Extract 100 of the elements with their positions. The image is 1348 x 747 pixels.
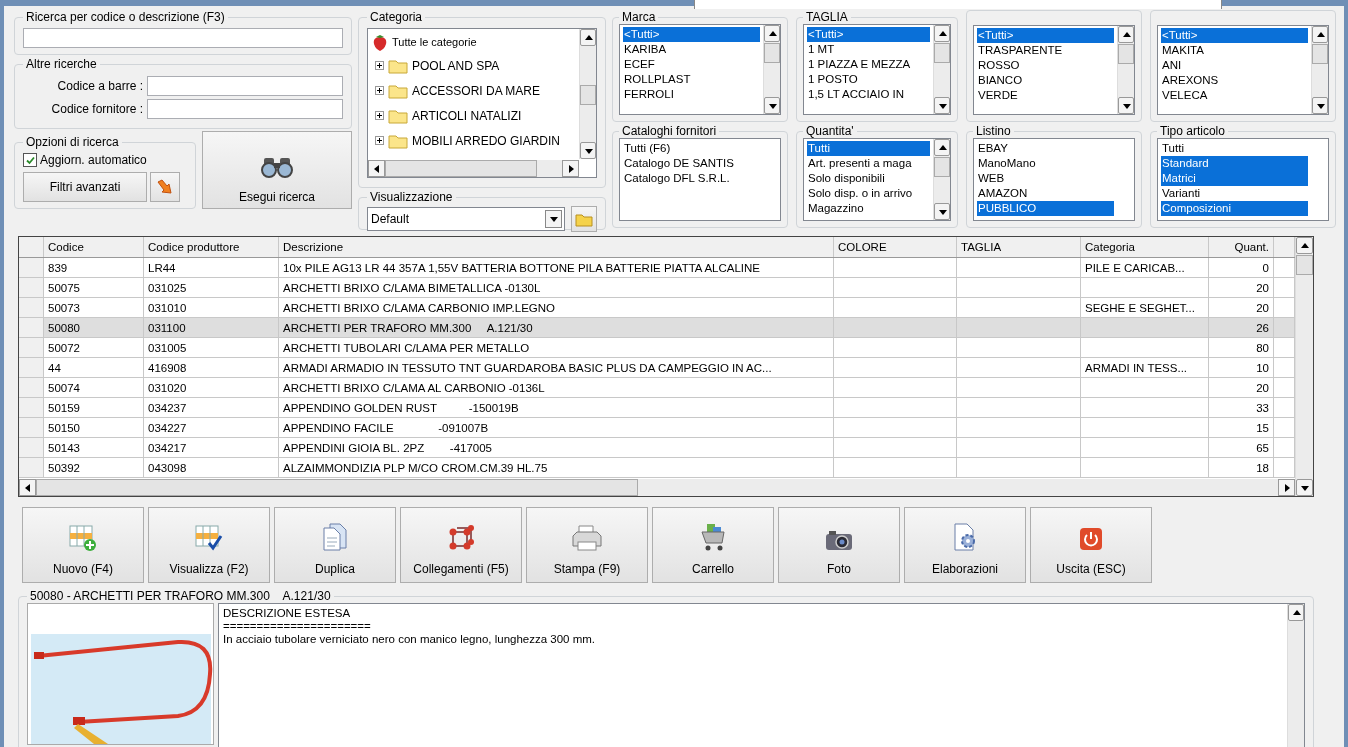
row-header[interactable] bbox=[19, 338, 44, 358]
table-row[interactable]: 50075 031025 ARCHETTI BRIXO C/LAMA BIMETALLICA -0130L 20 bbox=[19, 278, 1295, 298]
checkbox[interactable] bbox=[23, 153, 37, 167]
input-field[interactable] bbox=[147, 76, 343, 96]
list-item[interactable]: Solo disp. o in arrivo bbox=[807, 186, 930, 201]
column-header[interactable]: Descrizione bbox=[279, 237, 834, 257]
list-item[interactable]: MAKITA bbox=[1161, 43, 1308, 58]
search-field[interactable] bbox=[23, 28, 343, 48]
list-item[interactable]: 1 PIAZZA E MEZZA bbox=[807, 57, 930, 72]
list-item[interactable]: AMAZON bbox=[977, 186, 1114, 201]
list-item[interactable]: Tutti (F6) bbox=[623, 141, 760, 156]
table-row[interactable]: 50143 034217 APPENDINI GIOIA BL. 2PZ -417005 65 bbox=[19, 438, 1295, 458]
tree-item[interactable]: POOL AND SPA bbox=[412, 58, 500, 73]
list-item[interactable]: Catalogo DE SANTIS bbox=[623, 156, 760, 171]
scrollbar[interactable] bbox=[763, 25, 780, 114]
row-header[interactable] bbox=[19, 398, 44, 418]
list-item[interactable]: ROLLPLAST bbox=[623, 72, 760, 87]
list-item[interactable]: Solo disponibili bbox=[807, 171, 930, 186]
scrollbar[interactable] bbox=[19, 479, 1295, 496]
list-item[interactable]: ECEF bbox=[623, 57, 760, 72]
scrollbar[interactable] bbox=[1311, 26, 1328, 114]
column-header[interactable]: Categoria bbox=[1081, 237, 1209, 257]
list-item[interactable]: Catalogo DFL S.R.L. bbox=[623, 171, 760, 186]
list-item[interactable]: Tutti bbox=[1161, 141, 1308, 156]
run-search-button[interactable]: Esegui ricerca bbox=[202, 131, 352, 209]
list-item[interactable]: FERROLI bbox=[623, 87, 760, 102]
column-header[interactable]: Codice produttore bbox=[144, 237, 279, 257]
list-item[interactable]: TRASPARENTE bbox=[977, 43, 1114, 58]
table-row[interactable]: 50074 031020 ARCHETTI BRIXO C/LAMA AL CARBONIO -0136L 20 bbox=[19, 378, 1295, 398]
column-header[interactable]: COLORE bbox=[834, 237, 957, 257]
row-header[interactable] bbox=[19, 438, 44, 458]
list-item[interactable]: 1 MT bbox=[807, 42, 930, 57]
list-item[interactable]: <Tutti> bbox=[1161, 28, 1308, 43]
list-item[interactable]: Matrici bbox=[1161, 171, 1308, 186]
description-text-area[interactable]: DESCRIZIONE ESTESA ====================== In acciaio tubolare verniciato nero con manico legno, lunghezza 300 mm. bbox=[218, 603, 1305, 747]
toolbar-button[interactable]: Duplica bbox=[274, 507, 396, 583]
tree-item[interactable]: ACCESSORI DA MARE bbox=[412, 83, 541, 98]
list-item[interactable]: Tutti bbox=[807, 141, 930, 156]
expand-icon[interactable] bbox=[375, 61, 384, 70]
table-row[interactable]: 50080 031100 ARCHETTI PER TRAFORO MM.300 A.121/30 26 bbox=[19, 318, 1295, 338]
row-header[interactable] bbox=[19, 378, 44, 398]
toolbar-button[interactable]: Elaborazioni bbox=[904, 507, 1026, 583]
row-header[interactable] bbox=[19, 458, 44, 478]
row-header[interactable] bbox=[19, 258, 44, 278]
toolbar-button[interactable]: Carrello bbox=[652, 507, 774, 583]
scrollbar[interactable] bbox=[933, 25, 950, 114]
tree-item[interactable]: ARTICOLI NATALIZI bbox=[412, 108, 522, 123]
scrollbar[interactable] bbox=[1117, 26, 1134, 114]
toolbar-button[interactable]: Stampa (F9) bbox=[526, 507, 648, 583]
list-item[interactable]: <Tutti> bbox=[977, 28, 1114, 43]
list-item[interactable]: KARIBA bbox=[623, 42, 760, 57]
list-item[interactable]: EBAY bbox=[977, 141, 1114, 156]
list-item[interactable]: <Tutti> bbox=[623, 27, 760, 42]
table-row[interactable]: 50159 034237 APPENDINO GOLDEN RUST -150019B 33 bbox=[19, 398, 1295, 418]
tree-item[interactable]: Tutte le categorie bbox=[392, 36, 477, 48]
scrollbar[interactable] bbox=[933, 139, 950, 220]
arrow-button[interactable] bbox=[150, 172, 180, 202]
toolbar-button[interactable]: Uscita (ESC) bbox=[1030, 507, 1152, 583]
table-row[interactable]: 50392 043098 ALZAIMMONDIZIA PLP M/CO CROM.CM.39 HL.75 18 bbox=[19, 458, 1295, 478]
scrollbar[interactable] bbox=[1287, 604, 1304, 747]
row-header[interactable] bbox=[19, 278, 44, 298]
column-header[interactable]: Quant. bbox=[1209, 237, 1274, 257]
table-row[interactable]: 50150 034227 APPENDINO FACILE -091007B 15 bbox=[19, 418, 1295, 438]
expand-icon[interactable] bbox=[375, 111, 384, 120]
scrollbar[interactable] bbox=[368, 160, 579, 177]
toolbar-button[interactable]: Foto bbox=[778, 507, 900, 583]
list-item[interactable]: Varianti bbox=[1161, 186, 1308, 201]
expand-icon[interactable] bbox=[375, 86, 384, 95]
row-header[interactable] bbox=[19, 318, 44, 338]
list-item[interactable]: PUBBLICO bbox=[977, 201, 1114, 216]
table-row[interactable]: 44 416908 ARMADI ARMADIO IN TESSUTO TNT GUARDAROBA BASIC PLUS DA CAMPEGGIO IN AC... ARMADI IN TESS... 10 bbox=[19, 358, 1295, 378]
list-item[interactable]: Composizioni bbox=[1161, 201, 1308, 216]
column-header[interactable]: TAGLIA bbox=[957, 237, 1081, 257]
expand-icon[interactable] bbox=[375, 136, 384, 145]
list-item[interactable]: ROSSO bbox=[977, 58, 1114, 73]
table-row[interactable]: 50072 031005 ARCHETTI TUBOLARI C/LAMA PER METALLO 80 bbox=[19, 338, 1295, 358]
list-item[interactable]: 1 POSTO bbox=[807, 72, 930, 87]
row-header[interactable] bbox=[19, 298, 44, 318]
toolbar-button[interactable]: Nuovo (F4) bbox=[22, 507, 144, 583]
toolbar-button[interactable]: Collegamenti (F5) bbox=[400, 507, 522, 583]
list-item[interactable]: Art. presenti a maga bbox=[807, 156, 930, 171]
folder-button[interactable] bbox=[571, 206, 597, 232]
list-item[interactable]: Magazzino bbox=[807, 201, 930, 216]
list-item[interactable]: ANI bbox=[1161, 58, 1308, 73]
scrollbar[interactable] bbox=[579, 29, 596, 159]
table-row[interactable]: 839 LR44 10x PILE AG13 LR 44 357A 1,55V BATTERIA BOTTONE PILA BATTERIE PIATTA ALCALINE PILE E CARICAB... 0 bbox=[19, 258, 1295, 278]
tree-item[interactable]: MOBILI ARREDO GIARDIN bbox=[412, 133, 561, 148]
input-field[interactable] bbox=[147, 99, 343, 119]
row-header[interactable] bbox=[19, 418, 44, 438]
list-item[interactable]: BIANCO bbox=[977, 73, 1114, 88]
list-item[interactable]: VERDE bbox=[977, 88, 1114, 103]
list-item[interactable]: Standard bbox=[1161, 156, 1308, 171]
scrollbar[interactable] bbox=[1295, 237, 1313, 496]
toolbar-button[interactable]: Visualizza (F2) bbox=[148, 507, 270, 583]
list-item[interactable]: <Tutti> bbox=[807, 27, 930, 42]
advanced-filters-button[interactable]: Filtri avanzati bbox=[23, 172, 147, 202]
list-item[interactable]: VELECA bbox=[1161, 88, 1308, 103]
row-header[interactable] bbox=[19, 358, 44, 378]
list-item[interactable]: AREXONS bbox=[1161, 73, 1308, 88]
list-item[interactable]: 1,5 LT ACCIAIO IN bbox=[807, 87, 930, 102]
